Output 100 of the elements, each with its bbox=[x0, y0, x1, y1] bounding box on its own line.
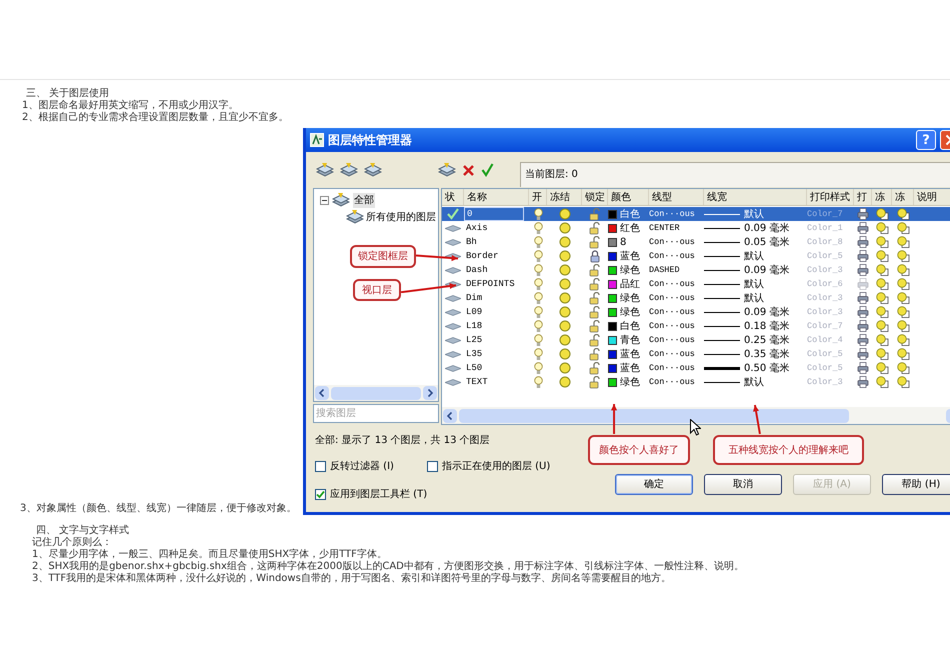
printer-icon[interactable] bbox=[857, 334, 869, 346]
lightbulb-icon[interactable] bbox=[534, 222, 542, 234]
printer-icon[interactable] bbox=[857, 292, 869, 304]
viewport-sun-icon[interactable] bbox=[876, 306, 888, 318]
open-lock-icon[interactable] bbox=[588, 334, 602, 346]
check-icon[interactable] bbox=[481, 163, 494, 177]
table-row[interactable]: L35 蓝色 Con···ous 0.35 毫米 Color_5 bbox=[442, 347, 950, 361]
viewport-sun-icon[interactable] bbox=[896, 292, 910, 304]
lightbulb-icon[interactable] bbox=[534, 264, 542, 276]
sun-icon[interactable] bbox=[558, 306, 570, 318]
table-row[interactable]: L18 白色 Con···ous 0.18 毫米 Color_7 bbox=[442, 319, 950, 333]
open-lock-icon[interactable] bbox=[588, 264, 602, 276]
viewport-sun-icon[interactable] bbox=[876, 208, 888, 220]
lightbulb-icon[interactable] bbox=[534, 208, 542, 220]
printer-icon[interactable] bbox=[857, 348, 869, 360]
color-swatch[interactable] bbox=[608, 210, 617, 218]
table-row[interactable]: Bh 8 Con···ous 0.05 毫米 Color_8 bbox=[442, 235, 950, 249]
sun-icon[interactable] bbox=[558, 278, 570, 290]
scroll-left-icon[interactable] bbox=[315, 386, 329, 400]
viewport-sun-icon[interactable] bbox=[896, 334, 910, 346]
tree-item[interactable]: 全部 bbox=[353, 192, 375, 208]
viewport-sun-icon[interactable] bbox=[876, 320, 888, 332]
viewport-sun-icon[interactable] bbox=[896, 348, 910, 360]
viewport-sun-icon[interactable] bbox=[876, 334, 888, 346]
viewport-sun-icon[interactable] bbox=[896, 278, 910, 290]
printer-icon[interactable] bbox=[857, 208, 869, 220]
color-swatch[interactable] bbox=[608, 336, 617, 344]
viewport-sun-icon[interactable] bbox=[876, 348, 888, 360]
delete-icon[interactable] bbox=[462, 164, 475, 176]
viewport-sun-icon[interactable] bbox=[876, 278, 888, 290]
viewport-sun-icon[interactable] bbox=[896, 222, 910, 234]
open-lock-icon[interactable] bbox=[588, 320, 602, 332]
color-swatch[interactable] bbox=[608, 238, 617, 246]
help-button[interactable]: ? bbox=[916, 130, 936, 150]
viewport-sun-icon[interactable] bbox=[896, 236, 910, 248]
viewport-sun-icon[interactable] bbox=[876, 376, 888, 388]
table-row[interactable]: Axis 红色 CENTER 0.09 毫米 Color_1 bbox=[442, 221, 950, 235]
table-row[interactable]: L09 绿色 Con···ous 0.09 毫米 Color_3 bbox=[442, 305, 950, 319]
viewport-sun-icon[interactable] bbox=[896, 376, 910, 388]
lightbulb-icon[interactable] bbox=[534, 376, 542, 388]
viewport-sun-icon[interactable] bbox=[876, 222, 888, 234]
checkbox[interactable]: 反转过滤器 (I) bbox=[315, 459, 394, 474]
tree-item[interactable]: 所有使用的图层 bbox=[366, 210, 436, 224]
open-lock-icon[interactable] bbox=[588, 376, 602, 388]
open-lock-icon[interactable] bbox=[588, 222, 602, 234]
color-swatch[interactable] bbox=[608, 322, 617, 330]
column-header[interactable]: 状 bbox=[442, 189, 464, 205]
sun-icon[interactable] bbox=[558, 292, 570, 304]
layers-icon[interactable] bbox=[332, 192, 350, 208]
lock-icon[interactable] bbox=[590, 250, 600, 262]
column-header[interactable]: 锁定 bbox=[582, 189, 608, 205]
collapse-icon[interactable] bbox=[320, 196, 329, 204]
dialog-button[interactable]: 确定 bbox=[615, 474, 693, 495]
viewport-sun-icon[interactable] bbox=[896, 264, 910, 276]
printer-icon[interactable] bbox=[857, 222, 869, 234]
color-swatch[interactable] bbox=[608, 378, 617, 386]
column-header[interactable]: 说明 bbox=[914, 189, 950, 205]
dialog-button[interactable]: 帮助 (H) bbox=[882, 474, 950, 495]
column-header[interactable]: 颜色 bbox=[608, 189, 649, 205]
sun-icon[interactable] bbox=[558, 222, 570, 234]
scrollbar[interactable] bbox=[314, 385, 438, 401]
sun-icon[interactable] bbox=[558, 348, 570, 360]
column-header[interactable]: 开 bbox=[529, 189, 547, 205]
viewport-sun-icon[interactable] bbox=[896, 362, 910, 374]
lightbulb-icon[interactable] bbox=[534, 236, 542, 248]
viewport-sun-icon[interactable] bbox=[896, 320, 910, 332]
color-swatch[interactable] bbox=[608, 364, 617, 372]
color-swatch[interactable] bbox=[608, 224, 617, 232]
column-header[interactable]: 线型 bbox=[649, 189, 704, 205]
table-row[interactable]: DEFPOINTS 品红 Con···ous 默认 Color_6 bbox=[442, 277, 950, 291]
table-row[interactable]: Dash 绿色 DASHED 0.09 毫米 Color_3 bbox=[442, 263, 950, 277]
lightbulb-icon[interactable] bbox=[534, 306, 542, 318]
column-header[interactable]: 名称 bbox=[464, 189, 529, 205]
table-row[interactable]: Dim 绿色 Con···ous 默认 Color_3 bbox=[442, 291, 950, 305]
viewport-sun-icon[interactable] bbox=[876, 236, 888, 248]
lightbulb-icon[interactable] bbox=[534, 250, 542, 262]
checkbox[interactable]: 应用到图层工具栏 (T) bbox=[315, 487, 605, 502]
sun-icon[interactable] bbox=[558, 320, 570, 332]
column-header[interactable]: 打 bbox=[854, 189, 872, 205]
open-lock-icon[interactable] bbox=[588, 278, 602, 290]
printer-icon[interactable] bbox=[857, 376, 869, 388]
open-lock-icon[interactable] bbox=[588, 208, 602, 220]
printer-icon[interactable] bbox=[857, 264, 869, 276]
lightbulb-icon[interactable] bbox=[534, 320, 542, 332]
color-swatch[interactable] bbox=[608, 308, 617, 316]
printer-icon[interactable] bbox=[857, 306, 869, 318]
sun-icon[interactable] bbox=[558, 362, 570, 374]
printer-icon[interactable] bbox=[857, 250, 869, 262]
sun-icon[interactable] bbox=[558, 250, 570, 262]
scrollbar[interactable] bbox=[442, 407, 950, 424]
lightbulb-icon[interactable] bbox=[534, 348, 542, 360]
sun-icon[interactable] bbox=[558, 334, 570, 346]
dialog-button[interactable]: 取消 bbox=[704, 474, 782, 495]
color-swatch[interactable] bbox=[608, 294, 617, 302]
search-field[interactable]: 搜索图层 bbox=[313, 404, 439, 423]
printer-icon[interactable] bbox=[857, 236, 869, 248]
open-lock-icon[interactable] bbox=[588, 348, 602, 360]
lightbulb-icon[interactable] bbox=[534, 334, 542, 346]
layers-icon[interactable] bbox=[346, 209, 364, 225]
viewport-sun-icon[interactable] bbox=[876, 362, 888, 374]
